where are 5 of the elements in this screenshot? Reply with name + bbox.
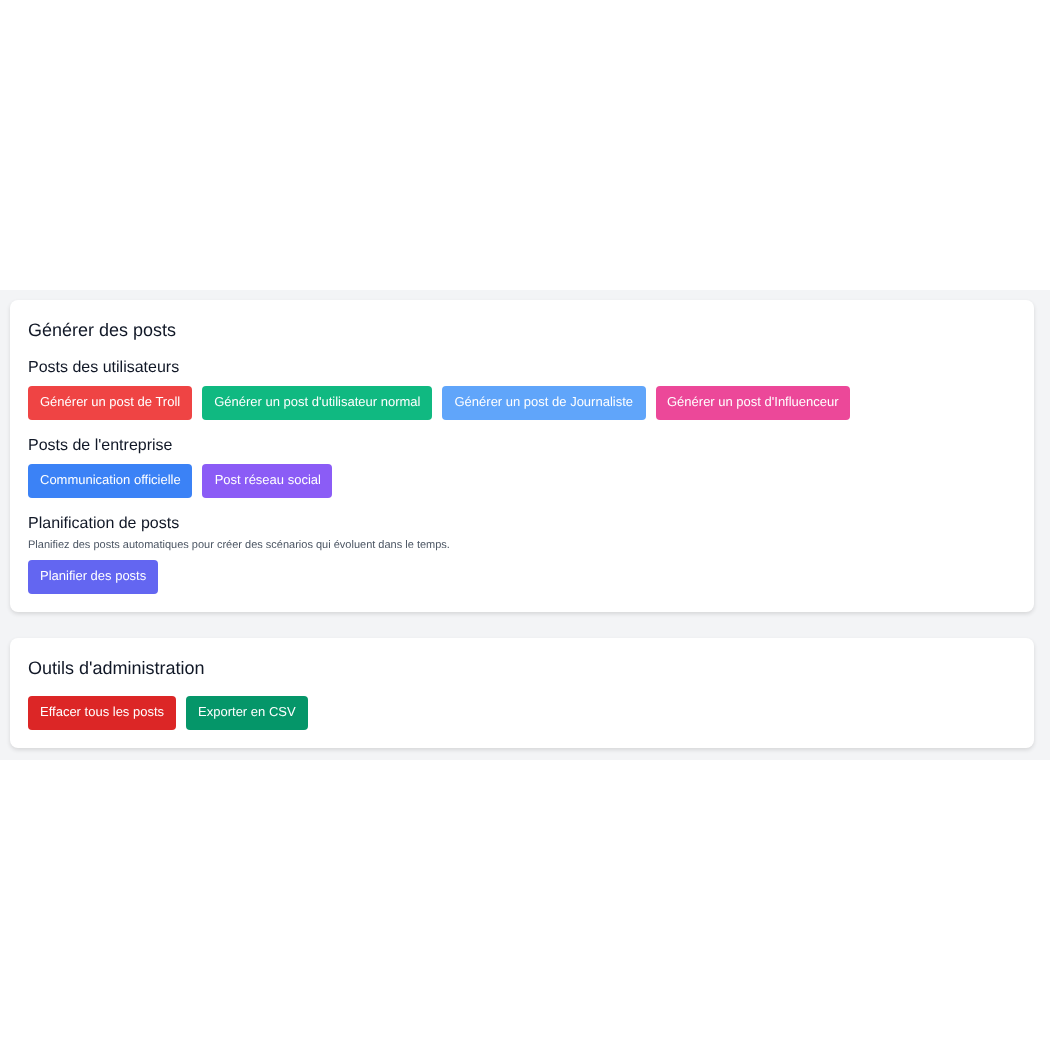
section-heading: Posts de l'entreprise xyxy=(28,436,175,454)
section-heading: Posts des utilisateurs xyxy=(28,358,182,376)
section-heading: Planification de posts xyxy=(28,514,182,532)
card-title: Générer des posts xyxy=(28,320,179,340)
card-title: Outils d'administration xyxy=(28,658,207,678)
